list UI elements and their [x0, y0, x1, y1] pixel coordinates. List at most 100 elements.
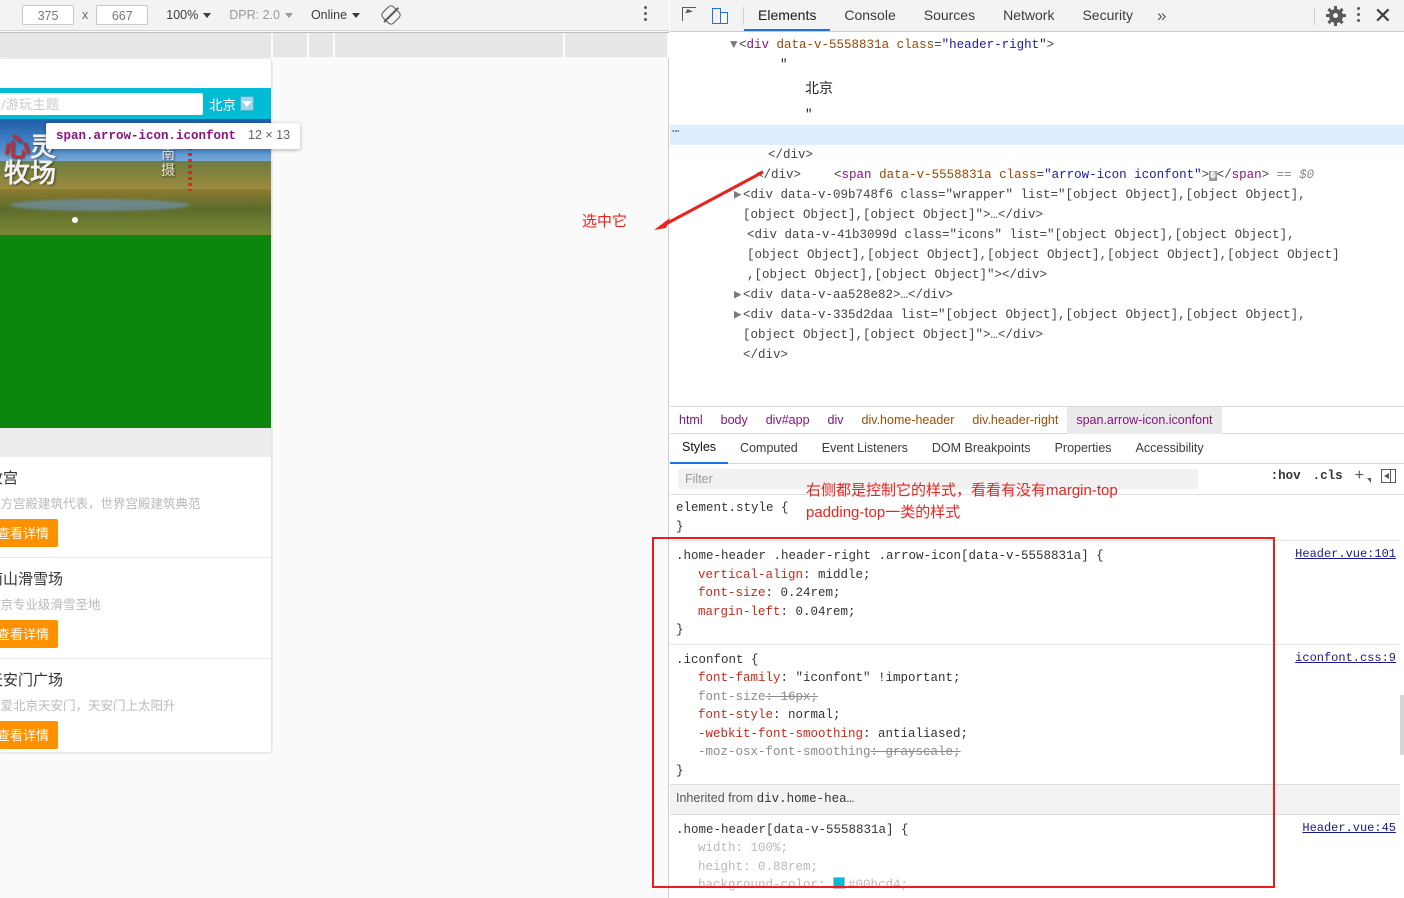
tab-computed[interactable]: Computed — [728, 434, 810, 463]
view-detail-button[interactable]: 查看详情 — [0, 620, 59, 648]
view-detail-button[interactable]: 查看详情 — [0, 519, 59, 547]
tooltip-selector: span.arrow-icon.iconfont — [56, 129, 237, 143]
rule-source-link[interactable]: Header.vue:45 — [1302, 819, 1396, 838]
dom-node-cont: [object Object],[object Object]">…</div> — [743, 328, 1044, 342]
list-item-desc: 我爱北京天安门，天安门上太阳升 — [0, 699, 176, 713]
declaration[interactable]: vertical-align: middle; — [676, 566, 1404, 585]
dom-text-quote: " — [805, 108, 813, 122]
tab-dom-breakpoints[interactable]: DOM Breakpoints — [920, 434, 1043, 463]
arrow-down-icon[interactable] — [240, 96, 254, 111]
list-item-title: 南山滑雪场 — [0, 571, 64, 588]
new-style-rule-icon[interactable]: + — [1355, 468, 1364, 484]
list-item-desc: 北京专业级滑雪圣地 — [0, 598, 101, 612]
tab-network[interactable]: Network — [989, 0, 1068, 31]
dom-node[interactable]: ▶<div data-v-335d2daa list="[object Obje… — [670, 305, 1404, 325]
network-throttle-selector[interactable]: Online — [310, 5, 361, 25]
dom-node[interactable]: ▼<div data-v-5558831a class="header-righ… — [670, 35, 1404, 55]
declaration-overridden[interactable]: font-size: 16px; — [676, 688, 1404, 707]
declaration[interactable]: font-family: "iconfont" !important; — [676, 669, 1404, 688]
list-item[interactable]: 故宫 东方宫殿建筑代表，世界宫殿建筑典范 查看详情 — [0, 457, 271, 558]
dpr-selector[interactable]: DPR: 2.0 — [229, 5, 293, 25]
breadcrumb: html body div#app div div.home-header di… — [670, 406, 1404, 434]
breadcrumb-item-home-header[interactable]: div.home-header — [853, 407, 964, 434]
dom-node[interactable]: <div data-v-41b3099d class="icons" list=… — [670, 225, 1404, 245]
css-rule[interactable]: Header.vue:101 .home-header .header-righ… — [670, 540, 1404, 644]
devtools-tabbar: Elements Console Sources Network Securit… — [670, 0, 1404, 32]
dom-node[interactable]: ▶<div data-v-aa528e82>…</div> — [670, 285, 1404, 305]
devtools-more-icon[interactable] — [1356, 6, 1360, 25]
tab-console[interactable]: Console — [830, 0, 909, 31]
inherited-label: Inherited from — [676, 791, 754, 805]
breadcrumb-item-html[interactable]: html — [670, 407, 712, 434]
devtools-panel: Elements Console Sources Network Securit… — [670, 0, 1404, 898]
inspect-element-icon[interactable] — [682, 7, 699, 24]
rule-source-link[interactable]: iconfont.css:9 — [1295, 649, 1396, 668]
toggle-sidebar-icon[interactable] — [1381, 469, 1396, 483]
header-right[interactable]: 北京 — [209, 94, 254, 114]
dpr-label: DPR: 2.0 — [229, 8, 280, 22]
tab-sources[interactable]: Sources — [910, 0, 989, 31]
device-width-input[interactable]: 375 — [22, 5, 74, 25]
zoom-selector[interactable]: 100% — [166, 5, 212, 25]
styles-tabbar: Styles Computed Event Listeners DOM Brea… — [670, 434, 1404, 464]
gear-icon[interactable] — [1325, 5, 1346, 26]
section-divider-strip — [0, 428, 271, 457]
dom-node-cont: [object Object],[object Object],[object … — [747, 248, 1340, 262]
breadcrumb-item-arrow-icon[interactable]: span.arrow-icon.iconfont — [1067, 406, 1222, 434]
close-icon[interactable]: ✕ — [1374, 4, 1392, 26]
attraction-list: 故宫 东方宫殿建筑代表，世界宫殿建筑典范 查看详情 南山滑雪场 北京专业级滑雪圣… — [0, 457, 271, 752]
dom-text-quote: " — [780, 58, 788, 72]
declaration[interactable]: -webkit-font-smoothing: antialiased; — [676, 725, 1404, 744]
declaration[interactable]: margin-left: 0.04rem; — [676, 603, 1404, 622]
inherited-from-bar: Inherited from div.home-hea… — [670, 784, 1404, 815]
declaration[interactable]: background-color: #00bcd4; — [676, 876, 1404, 895]
breadcrumb-item-div[interactable]: div — [819, 407, 853, 434]
carousel-dot-active[interactable] — [72, 217, 78, 223]
more-tabs-icon[interactable]: » — [1147, 2, 1176, 30]
color-swatch[interactable] — [833, 877, 846, 889]
dom-node[interactable]: ▶<div data-v-09b748f6 class="wrapper" li… — [670, 185, 1404, 205]
tab-elements[interactable]: Elements — [744, 0, 831, 31]
dom-node-cont: ,[object Object],[object Object]"></div> — [747, 268, 1048, 282]
annotation-select-it: 选中它 — [582, 213, 628, 230]
element-style-close: } — [676, 519, 684, 534]
rule-source-link[interactable]: Header.vue:101 — [1295, 545, 1396, 564]
declaration-overridden[interactable]: -moz-osx-font-smoothing: grayscale; — [676, 743, 1404, 762]
cls-toggle[interactable]: .cls — [1313, 469, 1343, 483]
tab-accessibility[interactable]: Accessibility — [1124, 434, 1216, 463]
breadcrumb-item-app[interactable]: div#app — [757, 407, 819, 434]
hov-toggle[interactable]: :hov — [1271, 469, 1301, 483]
device-toolbar: 375 x 667 100% DPR: 2.0 Online — [0, 0, 669, 31]
css-rule[interactable]: iconfont.css:9 .iconfont { font-family: … — [670, 643, 1404, 785]
tab-security[interactable]: Security — [1068, 0, 1147, 31]
styles-scrollbar[interactable] — [1400, 495, 1404, 898]
declaration[interactable]: font-style: normal; — [676, 706, 1404, 725]
declaration[interactable]: height: 0.88rem; — [676, 858, 1404, 877]
tab-properties[interactable]: Properties — [1043, 434, 1124, 463]
device-emulation-pane: 375 x 667 100% DPR: 2.0 Online /游玩主题 北京 … — [0, 0, 669, 898]
device-viewport[interactable]: 城市/景点/游玩主题 北京 心灵 牧场 召南摄 — [0, 59, 271, 752]
tab-event-listeners[interactable]: Event Listeners — [810, 434, 920, 463]
search-placeholder: 城市/景点/游玩主题 — [0, 97, 60, 112]
breadcrumb-item-header-right[interactable]: div.header-right — [963, 407, 1067, 434]
css-rule-inherited[interactable]: Header.vue:45 .home-header[data-v-555883… — [670, 815, 1404, 898]
node-ellipsis-icon[interactable]: ⋯ — [672, 122, 681, 142]
dom-node-selected[interactable]: ⋯ <span data-v-5558831a class="arrow-ico… — [670, 122, 1404, 182]
list-item[interactable]: 南山滑雪场 北京专业级滑雪圣地 查看详情 — [0, 558, 271, 659]
tab-styles[interactable]: Styles — [670, 433, 729, 464]
declaration[interactable]: width: 100%; — [676, 839, 1404, 858]
city-label: 北京 — [209, 97, 236, 113]
network-label: Online — [310, 8, 348, 22]
device-more-options-icon[interactable] — [637, 6, 653, 24]
chevron-down-icon[interactable] — [1367, 478, 1371, 483]
device-height-input[interactable]: 667 — [96, 5, 149, 25]
view-detail-button[interactable]: 查看详情 — [0, 721, 59, 749]
device-toolbar-icon[interactable] — [712, 7, 730, 25]
declaration[interactable]: font-size: 0.24rem; — [676, 584, 1404, 603]
list-item[interactable]: 天安门广场 我爱北京天安门，天安门上太阳升 查看详情 — [0, 659, 271, 752]
styles-pane: element.style { } Header.vue:101 .home-h… — [670, 495, 1404, 898]
breadcrumb-item-body[interactable]: body — [712, 407, 757, 434]
rotate-throttle-icon[interactable] — [379, 3, 403, 27]
search-input[interactable]: 城市/景点/游玩主题 — [0, 92, 203, 115]
list-item-desc: 东方宫殿建筑代表，世界宫殿建筑典范 — [0, 497, 201, 511]
